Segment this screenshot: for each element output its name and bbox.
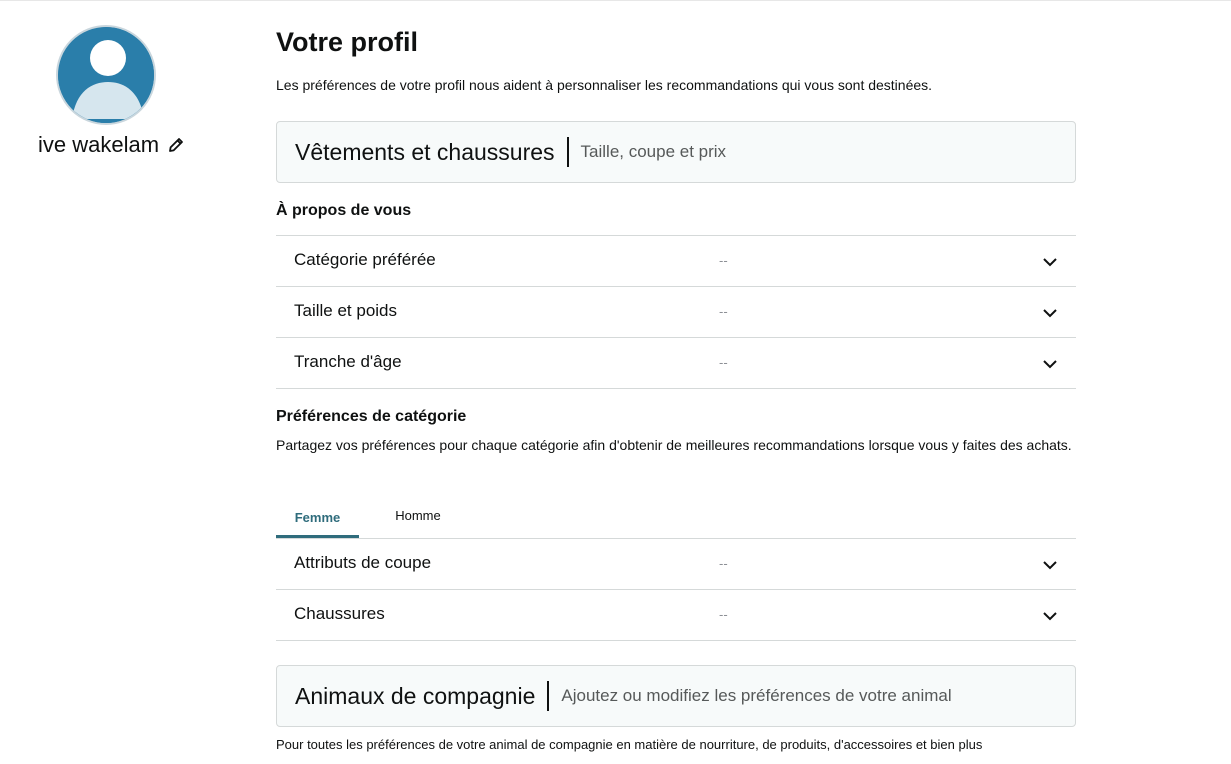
chevron-down-icon[interactable] — [1042, 557, 1058, 573]
accordion-label: Taille et poids — [294, 301, 398, 320]
category-prefs-list: Attributs de coupe -- Chaussures -- — [276, 538, 1076, 641]
accordion-value: -- — [719, 607, 728, 622]
accordion-height-weight[interactable]: Taille et poids -- — [276, 287, 1076, 338]
category-prefs-heading: Préférences de catégorie — [276, 408, 467, 425]
page-subtitle: Les préférences de votre profil nous aid… — [276, 77, 933, 93]
tab-homme[interactable]: Homme — [376, 500, 460, 538]
chevron-down-icon[interactable] — [1042, 305, 1058, 321]
chevron-down-icon[interactable] — [1042, 356, 1058, 372]
section-hint-clothing: Taille, coupe et prix — [580, 142, 727, 161]
section-hint-pets: Ajoutez ou modifiez les préférences de v… — [561, 686, 952, 705]
about-you-list: Catégorie préférée -- Taille et poids --… — [276, 235, 1076, 389]
accordion-fit-attributes[interactable]: Attributs de coupe -- — [276, 539, 1076, 590]
accordion-label: Chaussures — [294, 604, 385, 623]
accordion-label: Tranche d'âge — [294, 352, 402, 371]
section-title-pets: Animaux de compagnie — [295, 682, 536, 709]
category-prefs-description: Partagez vos préférences pour chaque cat… — [276, 437, 1072, 453]
pencil-icon[interactable] — [167, 136, 185, 154]
about-you-heading: À propos de vous — [276, 202, 412, 219]
accordion-value: -- — [719, 556, 728, 571]
accordion-age-range[interactable]: Tranche d'âge -- — [276, 338, 1076, 389]
section-title-clothing: Vêtements et chaussures — [295, 138, 555, 165]
pets-section-header[interactable]: Animaux de compagnie Ajoutez ou modifiez… — [276, 665, 1076, 727]
clothing-section-header[interactable]: Vêtements et chaussures Taille, coupe et… — [276, 121, 1076, 183]
user-avatar-icon[interactable] — [56, 25, 156, 125]
section-divider — [547, 681, 550, 711]
user-name: ive wakelam — [38, 132, 160, 157]
accordion-favorite-category[interactable]: Catégorie préférée -- — [276, 236, 1076, 287]
section-divider — [566, 137, 569, 167]
accordion-value: -- — [719, 253, 728, 268]
accordion-label: Attributs de coupe — [294, 553, 432, 572]
accordion-value: -- — [719, 355, 728, 370]
tab-femme[interactable]: Femme — [276, 500, 359, 538]
gender-tabs: Femme Homme — [276, 500, 1076, 538]
top-divider — [0, 0, 1231, 1]
accordion-value: -- — [719, 304, 728, 319]
user-name-row: ive wakelam — [38, 131, 185, 159]
pets-note: Pour toutes les préférences de votre ani… — [276, 737, 983, 752]
accordion-shoes[interactable]: Chaussures -- — [276, 590, 1076, 641]
page-title: Votre profil — [276, 27, 419, 57]
chevron-down-icon[interactable] — [1042, 254, 1058, 270]
accordion-label: Catégorie préférée — [294, 250, 436, 269]
chevron-down-icon[interactable] — [1042, 608, 1058, 624]
